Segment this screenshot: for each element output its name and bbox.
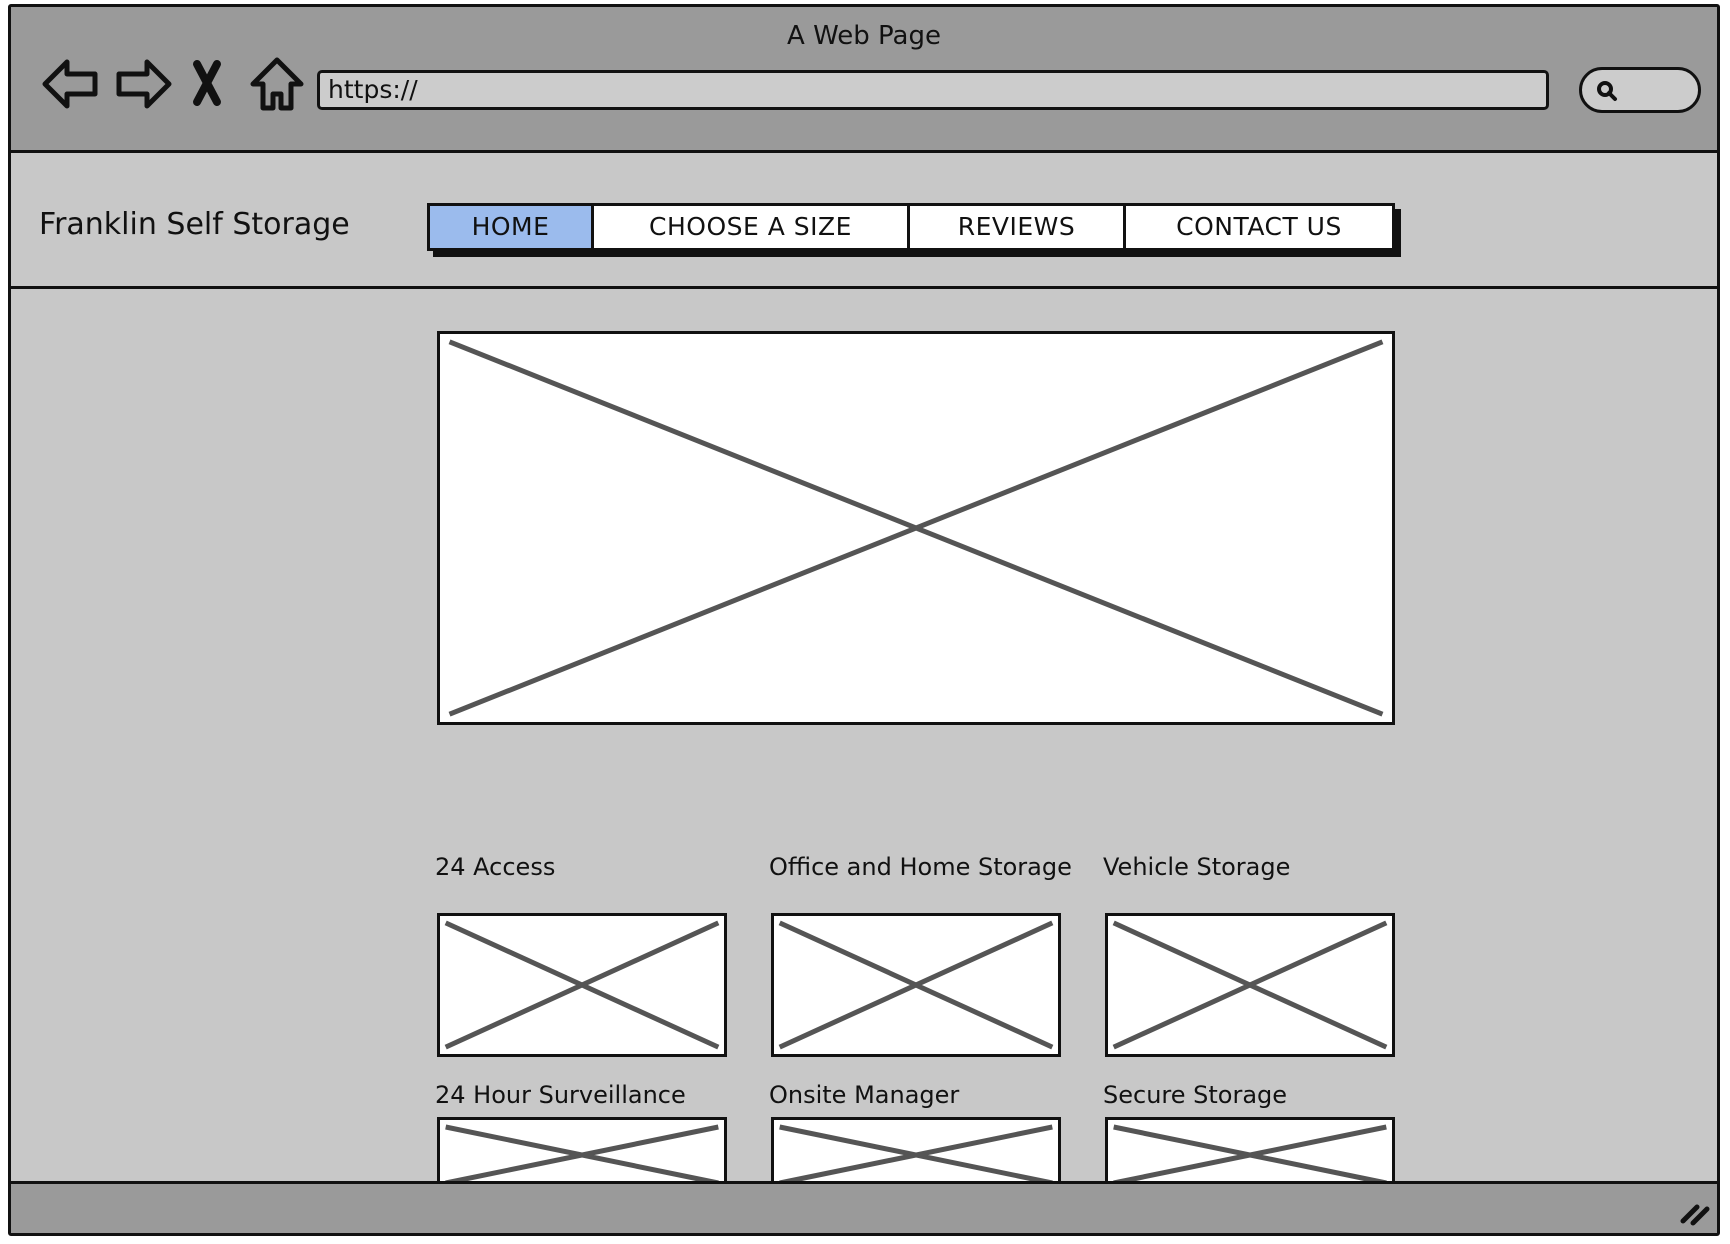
window-title: A Web Page [787, 21, 941, 51]
feature-image-vehicle-storage [1105, 913, 1395, 1057]
status-bar [11, 1181, 1717, 1233]
search-icon [1597, 81, 1617, 101]
tab-contact-us[interactable]: CONTACT US [1126, 206, 1392, 248]
main-nav: HOME CHOOSE A SIZE REVIEWS CONTACT US [427, 203, 1395, 251]
feature-image-24-access [437, 913, 727, 1057]
hero-image-placeholder [437, 331, 1395, 725]
browser-toolbar: A Web Page https:// [11, 7, 1717, 153]
forward-icon[interactable] [111, 52, 175, 116]
home-icon[interactable] [245, 52, 309, 116]
site-header: Franklin Self Storage HOME CHOOSE A SIZE… [11, 153, 1717, 289]
tab-home[interactable]: HOME [430, 206, 594, 248]
stop-icon[interactable] [187, 52, 251, 116]
feature-image-office-home-storage [771, 913, 1061, 1057]
tab-reviews[interactable]: REVIEWS [910, 206, 1126, 248]
back-icon[interactable] [39, 52, 103, 116]
address-bar[interactable]: https:// [317, 70, 1549, 110]
browser-window: A Web Page https:// Franklin Self Storag… [8, 4, 1720, 1236]
feature-label-secure-storage: Secure Storage [1103, 1081, 1288, 1109]
resize-grip-icon[interactable] [1677, 1193, 1711, 1227]
feature-label-24-access: 24 Access [435, 853, 556, 881]
site-title[interactable]: Franklin Self Storage [39, 207, 350, 242]
feature-label-onsite-manager: Onsite Manager [769, 1081, 960, 1109]
tab-choose-a-size[interactable]: CHOOSE A SIZE [594, 206, 910, 248]
feature-label-vehicle-storage: Vehicle Storage [1103, 853, 1291, 881]
feature-label-24-hour-surveillance: 24 Hour Surveillance [435, 1081, 686, 1109]
search-input[interactable] [1579, 67, 1701, 113]
feature-label-office-home-storage: Office and Home Storage [769, 853, 1072, 881]
